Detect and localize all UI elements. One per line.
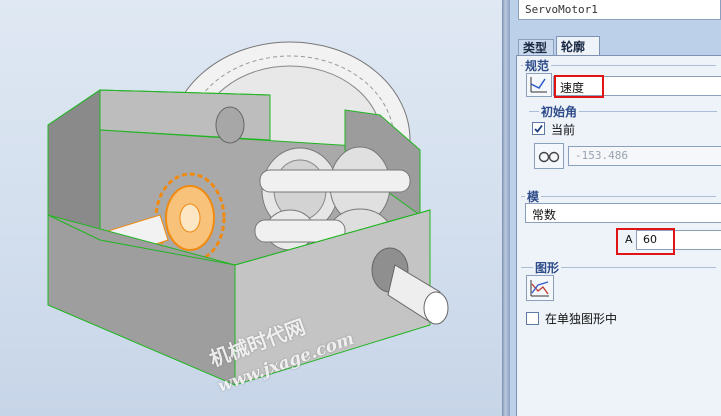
current-checkbox[interactable]	[532, 122, 545, 135]
angle-value-field: -153.486	[568, 146, 721, 166]
servo-motor-panel: ServoMotor1 类型 轮廓 规范 速度 初始角 当前 -153.486 …	[510, 0, 721, 416]
motor-name-field[interactable]: ServoMotor1	[518, 0, 721, 20]
model-viewport[interactable]: 机械时代网 www.jxage.com	[0, 0, 502, 416]
graph-group-title: 图形	[533, 259, 562, 276]
spec-highlight-box	[554, 75, 604, 98]
tab-type[interactable]: 类型	[518, 39, 554, 56]
check-icon	[534, 124, 543, 133]
separate-graph-label: 在单独图形中	[545, 312, 618, 326]
graph-button[interactable]	[526, 275, 554, 301]
initial-angle-title: 初始角	[539, 103, 580, 120]
measure-angle-button[interactable]	[534, 143, 564, 169]
panel-splitter[interactable]	[502, 0, 510, 416]
profile-tab-body: 规范 速度 初始角 当前 -153.486 模 常数 A 60 图形 在单独图形…	[516, 55, 721, 416]
tab-profile[interactable]: 轮廓	[556, 36, 600, 56]
graph-icon	[530, 280, 549, 297]
glasses-icon	[538, 151, 560, 163]
motion-profile-icon	[530, 77, 547, 93]
current-label: 当前	[551, 123, 576, 137]
separate-graph-checkbox[interactable]	[526, 312, 539, 325]
param-highlight-box	[616, 228, 675, 255]
model-select[interactable]: 常数	[525, 203, 721, 223]
model-group-line	[521, 196, 716, 197]
spec-group-title: 规范	[523, 57, 552, 74]
spec-icon-button[interactable]	[526, 73, 552, 97]
